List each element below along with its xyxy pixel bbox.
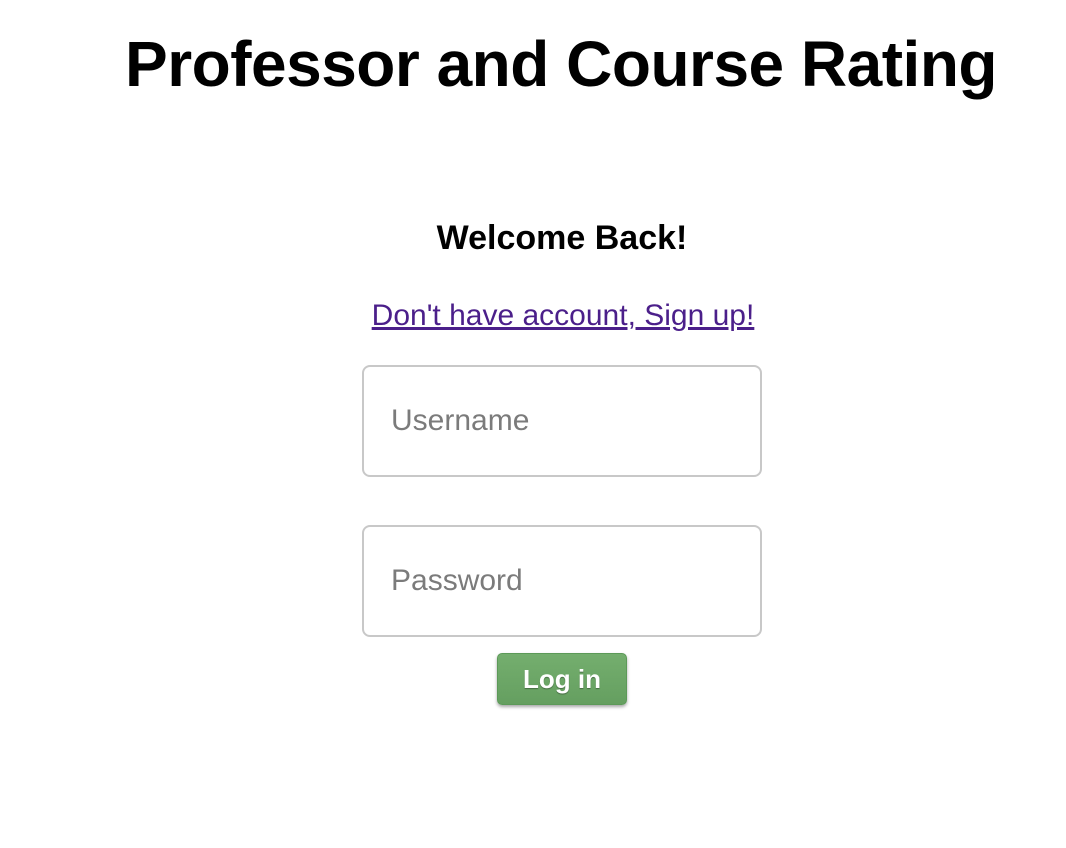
signup-link[interactable]: Don't have account, Sign up! xyxy=(354,296,772,336)
page: Professor and Course Rating Welcome Back… xyxy=(0,0,1066,848)
welcome-heading: Welcome Back! xyxy=(436,219,688,257)
login-form: Welcome Back! Don't have account, Sign u… xyxy=(0,0,1066,848)
login-button[interactable]: Log in xyxy=(497,653,627,705)
password-input[interactable] xyxy=(362,525,762,637)
username-input[interactable] xyxy=(362,365,762,477)
